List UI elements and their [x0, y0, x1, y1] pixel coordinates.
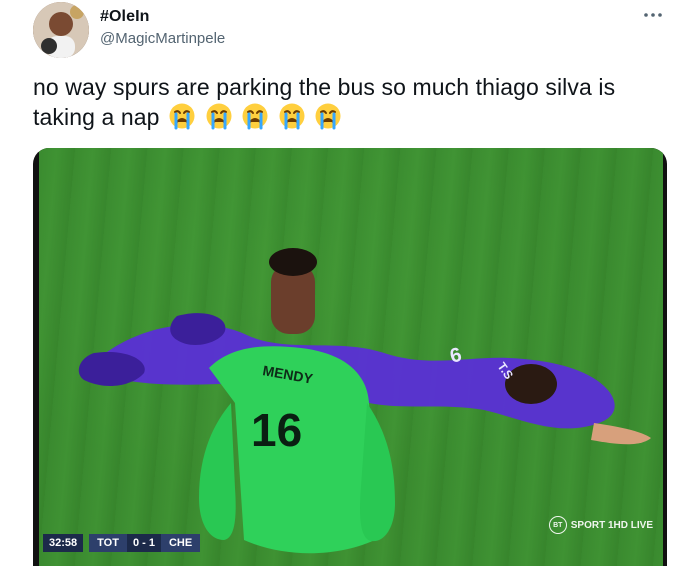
avatar-image	[33, 2, 89, 58]
media-frame: 6 T.S MENDY 16 32:58 TOT 0 - 1 CHE BT SP…	[33, 148, 667, 566]
score: 0 - 1	[126, 534, 161, 552]
loudly-crying-face-icon	[314, 102, 342, 130]
loudly-crying-face-icon	[278, 102, 306, 130]
away-team: CHE	[160, 534, 201, 552]
loudly-crying-face-icon	[168, 102, 196, 130]
scoreboard: 32:58 TOT 0 - 1 CHE	[43, 534, 201, 552]
more-horizontal-icon[interactable]	[640, 4, 666, 26]
media-image[interactable]: 6 T.S MENDY 16 32:58 TOT 0 - 1 CHE BT SP…	[33, 148, 667, 566]
more-horizontal-icon-graphic	[644, 13, 662, 17]
avatar[interactable]	[33, 2, 89, 58]
broadcaster-watermark: BT SPORT 1HD LIVE	[548, 516, 653, 534]
home-team: TOT	[89, 534, 127, 552]
tweet-text: no way spurs are parking the bus so much…	[33, 72, 673, 132]
broadcaster-badge: BT	[548, 516, 567, 534]
match-time: 32:58	[43, 534, 84, 552]
pitch	[39, 148, 663, 566]
loudly-crying-face-icon	[241, 102, 269, 130]
display-name[interactable]: #OleIn	[100, 8, 150, 26]
broadcaster-label: SPORT 1HD LIVE	[570, 519, 653, 531]
user-handle[interactable]: @MagicMartinpele	[100, 30, 225, 47]
tweet: #OleIn @MagicMartinpele no way spurs are…	[0, 0, 700, 566]
loudly-crying-face-icon	[205, 102, 233, 130]
